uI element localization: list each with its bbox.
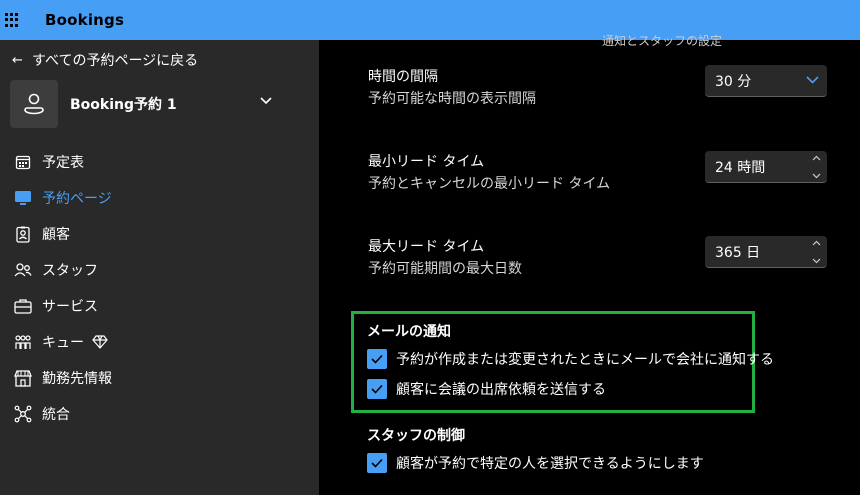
diamond-icon [92, 335, 108, 349]
checkmark-icon [371, 354, 383, 364]
queue-icon [14, 333, 32, 351]
sidebar-item-calendar[interactable]: 予定表 [0, 144, 319, 180]
min-lead-time-value: 24 時間 [715, 159, 766, 176]
staff-control-title: スタッフの制御 [367, 428, 465, 444]
chevron-up-icon[interactable] [812, 155, 821, 161]
avatar [10, 80, 58, 128]
person-icon [24, 93, 44, 115]
min-lead-time-title: 最小リード タイム [368, 154, 485, 170]
time-interval-desc: 予約可能な時間の表示間隔 [368, 91, 536, 107]
briefcase-icon [14, 297, 32, 315]
chevron-down-icon [260, 97, 272, 105]
monitor-icon [14, 189, 32, 207]
booking-page-name: Booking予約 1 [70, 97, 177, 113]
sidebar-item-label: 予定表 [42, 155, 84, 171]
building-shop-icon [14, 369, 32, 387]
checkbox-checked[interactable] [367, 349, 387, 369]
sidebar-item-label: キュー [42, 335, 84, 351]
select-staff-label: 顧客が予約で特定の人を選択できるようにします [396, 456, 704, 472]
sidebar-item-booking-page[interactable]: 予約ページ [0, 180, 319, 216]
integration-icon [14, 405, 32, 423]
sidebar-item-label: サービス [42, 299, 98, 315]
checkbox-checked[interactable] [367, 379, 387, 399]
booking-page-selector[interactable]: Booking予約 1 [10, 80, 300, 128]
checkbox-checked[interactable] [367, 453, 387, 473]
back-link-label: すべての予約ページに戻る [32, 53, 199, 69]
main-content: 通知とスタッフの設定 時間の間隔 予約可能な時間の表示間隔 30 分 最小リード… [319, 34, 860, 495]
chevron-down-icon[interactable] [812, 258, 821, 264]
checkmark-icon [371, 458, 383, 468]
time-interval-dropdown[interactable]: 30 分 [705, 65, 827, 97]
spinner[interactable] [811, 155, 821, 179]
contact-card-icon [14, 225, 32, 243]
top-bar: Bookings [0, 0, 860, 40]
sidebar-item-staff[interactable]: スタッフ [0, 252, 319, 288]
send-invite-checkbox[interactable]: 顧客に会議の出席依頼を送信する [367, 379, 606, 399]
time-interval-value: 30 分 [715, 73, 752, 90]
calendar-icon [14, 153, 32, 171]
app-launcher-icon[interactable] [5, 13, 19, 27]
sidebar-item-integrations[interactable]: 統合 [0, 396, 319, 432]
sidebar-item-business-info[interactable]: 勤務先情報 [0, 360, 319, 396]
sidebar-item-services[interactable]: サービス [0, 288, 319, 324]
chevron-up-icon[interactable] [812, 240, 821, 246]
max-lead-time-setting: 最大リード タイム 予約可能期間の最大日数 [368, 236, 522, 278]
max-lead-time-desc: 予約可能期間の最大日数 [368, 261, 522, 277]
people-icon [14, 261, 32, 279]
max-lead-time-spinbox[interactable]: 365 日 [705, 236, 827, 268]
sidebar-item-customers[interactable]: 顧客 [0, 216, 319, 252]
spinner[interactable] [811, 240, 821, 264]
section-header-clipped: 通知とスタッフの設定 [602, 34, 723, 48]
select-staff-checkbox[interactable]: 顧客が予約で特定の人を選択できるようにします [367, 453, 704, 473]
arrow-left-icon: ← [12, 52, 23, 68]
sidebar-item-label: 勤務先情報 [42, 371, 112, 387]
app-title: Bookings [45, 11, 125, 29]
sidebar-item-label: 顧客 [42, 227, 70, 243]
min-lead-time-setting: 最小リード タイム 予約とキャンセルの最小リード タイム [368, 151, 610, 193]
max-lead-time-value: 365 日 [715, 244, 761, 261]
back-to-booking-pages-link[interactable]: ← すべての予約ページに戻る [12, 50, 198, 70]
sidebar-item-label: 予約ページ [42, 191, 112, 207]
sidebar-item-label: 統合 [42, 407, 70, 423]
sidebar: ← すべての予約ページに戻る Booking予約 1 予定表 予約ページ 顧客 … [0, 40, 319, 495]
notify-company-checkbox[interactable]: 予約が作成または変更されたときにメールで会社に通知する [367, 349, 774, 369]
send-invite-label: 顧客に会議の出席依頼を送信する [396, 382, 606, 398]
chevron-down-icon [806, 76, 819, 84]
chevron-down-icon[interactable] [812, 173, 821, 179]
sidebar-nav: 予定表 予約ページ 顧客 スタッフ サービス キュー 勤務先情報 統合 [0, 144, 319, 432]
notify-company-label: 予約が作成または変更されたときにメールで会社に通知する [396, 352, 774, 368]
sidebar-item-label: スタッフ [42, 263, 98, 279]
email-notification-title: メールの通知 [367, 324, 451, 340]
sidebar-item-queue[interactable]: キュー [0, 324, 319, 360]
time-interval-setting: 時間の間隔 予約可能な時間の表示間隔 [368, 66, 536, 108]
min-lead-time-spinbox[interactable]: 24 時間 [705, 151, 827, 183]
checkmark-icon [371, 384, 383, 394]
time-interval-title: 時間の間隔 [368, 69, 438, 85]
min-lead-time-desc: 予約とキャンセルの最小リード タイム [368, 176, 611, 192]
max-lead-time-title: 最大リード タイム [368, 239, 485, 255]
